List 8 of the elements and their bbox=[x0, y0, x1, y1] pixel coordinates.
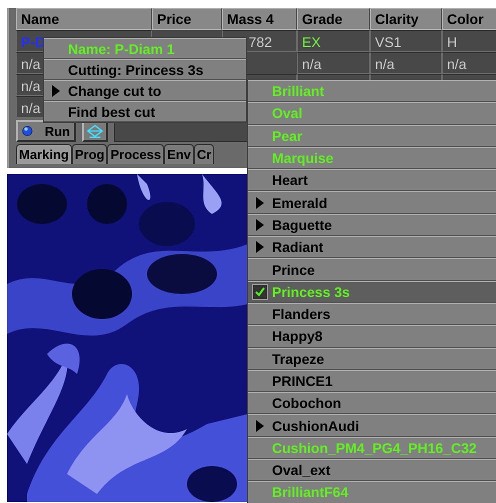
table-cell: n/a bbox=[442, 52, 496, 74]
table-cell: VS1 bbox=[370, 30, 442, 52]
table-cell: n/a bbox=[370, 52, 442, 74]
table-cell: n/a bbox=[297, 52, 370, 74]
table-cell: H bbox=[442, 30, 496, 52]
menu-text: Cutting: Princess 3s bbox=[68, 62, 204, 78]
menu-text: Name: P-Diam 1 bbox=[68, 40, 175, 56]
table-cell: EX bbox=[297, 30, 370, 52]
